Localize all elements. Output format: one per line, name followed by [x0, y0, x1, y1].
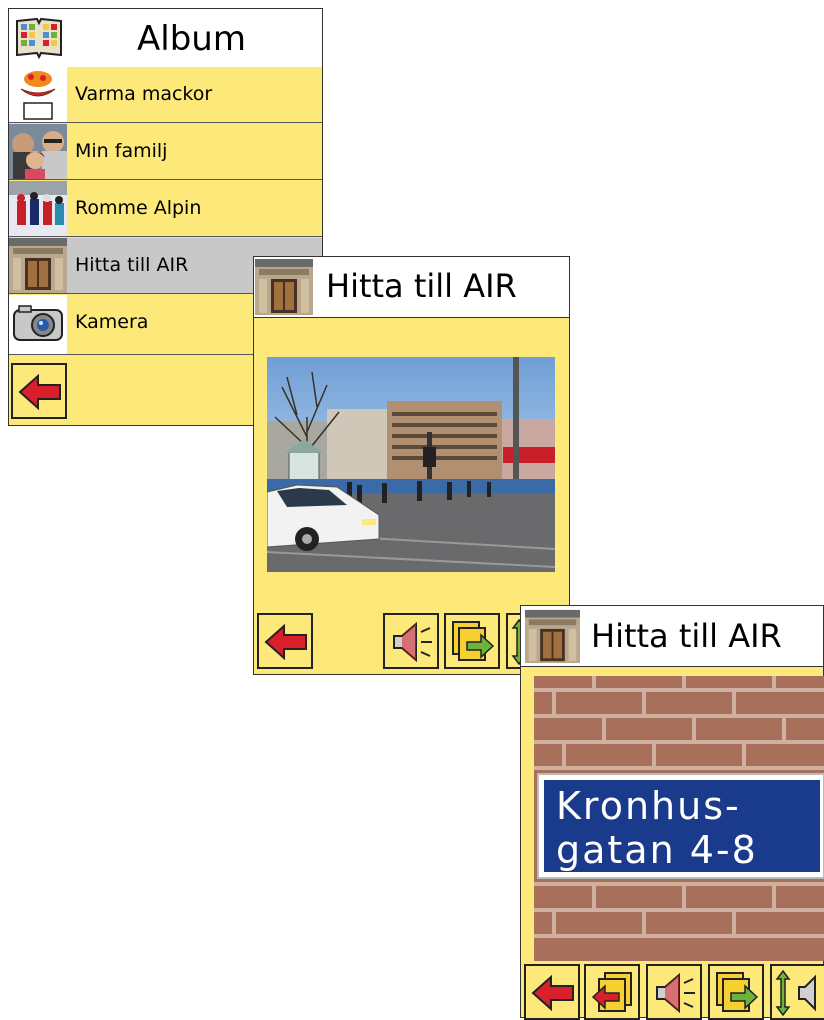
- sign-line-2: gatan 4-8: [556, 828, 758, 872]
- detail-header: Hitta till AIR: [254, 257, 569, 318]
- album-header: Album: [9, 9, 322, 68]
- next-page-icon: [452, 621, 495, 661]
- next-page-button[interactable]: [444, 613, 500, 669]
- album-icon: [13, 15, 65, 59]
- back-button[interactable]: [257, 613, 313, 669]
- next-page-button[interactable]: [708, 964, 764, 1020]
- list-item-label: Min familj: [75, 140, 168, 162]
- speak-button[interactable]: [646, 964, 702, 1020]
- back-button[interactable]: [524, 964, 580, 1020]
- list-item-label: Romme Alpin: [75, 197, 202, 219]
- scroll-icon: [775, 969, 816, 1017]
- detail-panel-2: Hitta till AIR Kronhus- gatan 4-8: [520, 605, 824, 1020]
- list-item-label: Hitta till AIR: [75, 254, 189, 276]
- ski-thumbnail: [9, 181, 67, 236]
- list-item-romme-alpin[interactable]: Romme Alpin: [9, 181, 322, 237]
- prev-page-button[interactable]: [584, 964, 640, 1020]
- detail-title: Hitta till AIR: [591, 617, 782, 655]
- prev-page-icon: [591, 972, 632, 1012]
- camera-icon: [9, 295, 67, 354]
- list-item-label: Varma mackor: [75, 83, 213, 105]
- speak-button[interactable]: [383, 613, 439, 669]
- street-photo[interactable]: [267, 357, 555, 572]
- building-thumbnail: [255, 259, 313, 315]
- detail-title: Hitta till AIR: [326, 267, 517, 305]
- street-sign-photo[interactable]: Kronhus- gatan 4-8: [534, 676, 824, 961]
- detail-header: Hitta till AIR: [521, 606, 823, 667]
- back-arrow-icon: [18, 373, 61, 411]
- next-page-icon: [716, 972, 759, 1012]
- building-thumbnail: [9, 238, 67, 293]
- back-button[interactable]: [11, 363, 67, 419]
- back-arrow-icon: [531, 974, 574, 1012]
- street-sign-text: Kronhus- gatan 4-8: [556, 784, 758, 872]
- album-title: Album: [137, 19, 246, 59]
- speaker-icon: [393, 621, 432, 663]
- list-item-varma-mackor[interactable]: Varma mackor: [9, 67, 322, 123]
- speaker-icon: [656, 972, 695, 1014]
- list-item-min-familj[interactable]: Min familj: [9, 124, 322, 180]
- building-thumbnail: [525, 609, 580, 664]
- scroll-button[interactable]: [770, 964, 824, 1020]
- sandwich-thumbnail: [9, 67, 67, 122]
- list-item-label: Kamera: [75, 311, 149, 333]
- back-arrow-icon: [264, 623, 307, 661]
- family-thumbnail: [9, 124, 67, 179]
- sign-line-1: Kronhus-: [556, 784, 741, 828]
